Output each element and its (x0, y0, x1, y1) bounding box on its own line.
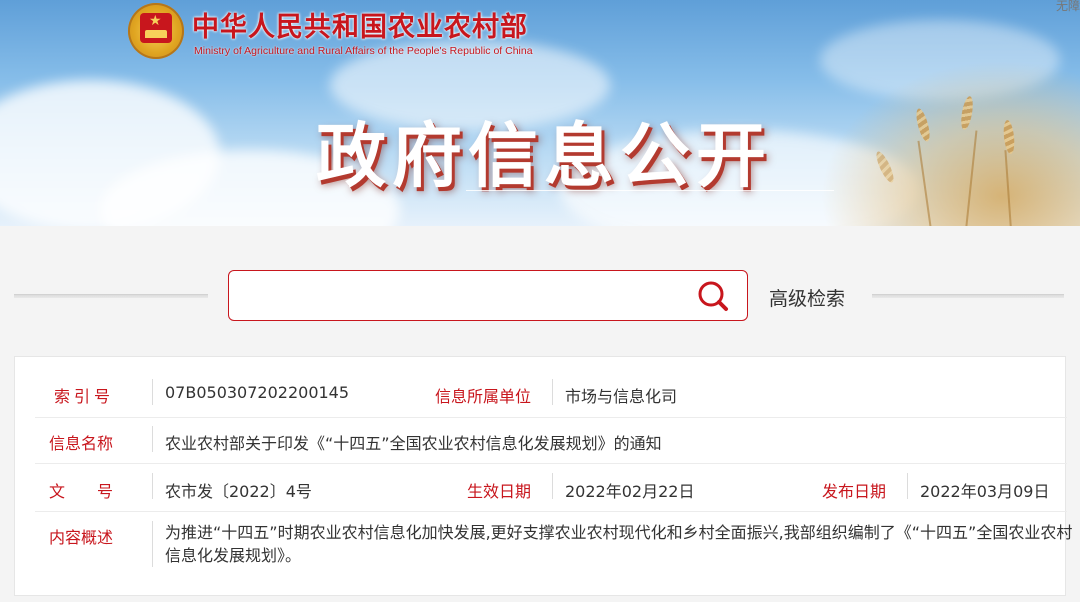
publish-label: 发布日期 (822, 482, 887, 501)
info-panel: 索引号 07B050307202200145 信息所属单位 市场与信息化司 信息… (14, 356, 1072, 596)
divider (552, 473, 553, 499)
page-title: 政府信息公开 (316, 115, 772, 197)
info-row-doc: 文 号 农市发〔2022〕4号 生效日期 2022年02月22日 发布日期 20… (35, 463, 1067, 512)
search-divider-left (14, 294, 208, 298)
info-row-index: 索引号 07B050307202200145 信息所属单位 市场与信息化司 (35, 369, 1067, 418)
divider (152, 379, 153, 405)
header-banner: ★ 中华人民共和国农业农村部 Ministry of Agriculture a… (0, 0, 1080, 226)
info-row-name: 信息名称 农业农村部关于印发《“十四五”全国农业农村信息化发展规划》的通知 (35, 417, 1067, 464)
divider (152, 521, 153, 567)
search-box[interactable] (228, 270, 748, 321)
info-row-summary: 内容概述 为推进“十四五”时期农业农村信息化加快发展,更好支撑农业农村现代化和乡… (35, 511, 1072, 577)
doc-label: 文 号 (49, 482, 114, 501)
wheat-decoration (820, 60, 1080, 226)
divider (907, 473, 908, 499)
effective-label: 生效日期 (467, 482, 532, 501)
summary-value: 为推进“十四五”时期农业农村信息化加快发展,更好支撑农业农村现代化和乡村全面振兴… (165, 523, 1073, 565)
index-label: 索引号 (54, 387, 115, 406)
site-title[interactable]: 中华人民共和国农业农村部 (192, 5, 528, 44)
search-icon[interactable] (695, 280, 731, 312)
divider (552, 379, 553, 405)
national-emblem-icon[interactable]: ★ (128, 3, 184, 59)
summary-label: 内容概述 (49, 528, 114, 547)
divider (152, 473, 153, 499)
publish-value: 2022年03月09日 (920, 482, 1050, 501)
effective-value: 2022年02月22日 (565, 482, 695, 501)
title-underline (466, 190, 834, 191)
dept-label: 信息所属单位 (435, 387, 532, 406)
index-value: 07B050307202200145 (165, 383, 350, 402)
name-value: 农业农村部关于印发《“十四五”全国农业农村信息化发展规划》的通知 (165, 434, 662, 453)
search-divider-right (872, 294, 1064, 298)
accessibility-link[interactable]: 无障 (1056, 0, 1080, 14)
dept-value: 市场与信息化司 (565, 387, 678, 406)
site-subtitle: Ministry of Agriculture and Rural Affair… (194, 45, 533, 57)
advanced-search-link[interactable]: 高级检索 (769, 284, 845, 311)
doc-value: 农市发〔2022〕4号 (165, 482, 312, 501)
search-input[interactable] (243, 281, 687, 311)
name-label: 信息名称 (49, 434, 114, 453)
divider (152, 426, 153, 452)
